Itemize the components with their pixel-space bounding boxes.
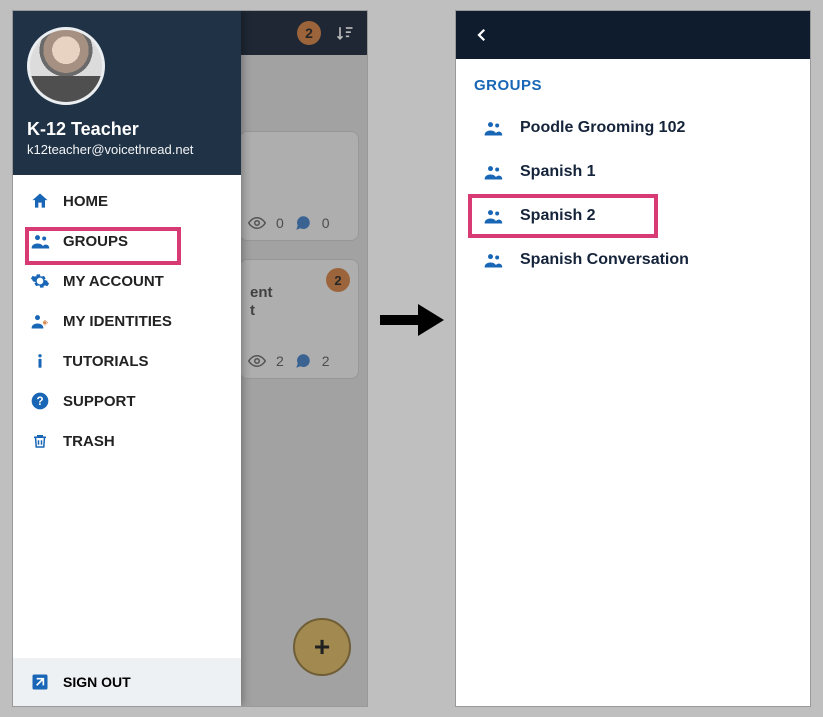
chevron-left-icon (473, 26, 491, 44)
groups-icon (480, 250, 506, 270)
right-screen: GROUPS Poodle Grooming 102 Spanish 1 Spa… (455, 10, 811, 707)
nav-label: HOME (63, 193, 108, 210)
drawer-header: K-12 Teacher k12teacher@voicethread.net (13, 11, 241, 175)
groups-icon (480, 206, 506, 226)
nav-label: MY ACCOUNT (63, 273, 164, 290)
add-button[interactable]: + (293, 618, 351, 676)
eye-icon (248, 214, 266, 232)
nav-label: MY IDENTITIES (63, 313, 172, 330)
groups-panel: GROUPS Poodle Grooming 102 Spanish 1 Spa… (456, 59, 810, 300)
drawer-menu: HOME GROUPS MY ACCOUNT (13, 175, 241, 658)
comments-count: 2 (322, 353, 330, 369)
home-icon (29, 191, 51, 211)
nav-item-trash[interactable]: TRASH (17, 421, 237, 461)
nav-item-my-account[interactable]: MY ACCOUNT (17, 261, 237, 301)
eye-icon (248, 352, 266, 370)
nav-item-tutorials[interactable]: TUTORIALS (17, 341, 237, 381)
sort-icon[interactable] (335, 23, 355, 43)
gear-icon (29, 271, 51, 291)
group-label: Poodle Grooming 102 (520, 119, 685, 137)
nav-label: GROUPS (63, 233, 128, 250)
views-count: 2 (276, 353, 284, 369)
comment-icon (294, 352, 312, 370)
group-item-poodle[interactable]: Poodle Grooming 102 (470, 106, 796, 150)
nav-drawer: K-12 Teacher k12teacher@voicethread.net … (13, 11, 241, 706)
group-label: Spanish 1 (520, 163, 596, 181)
group-item-spanish1[interactable]: Spanish 1 (470, 150, 796, 194)
nav-label: TRASH (63, 433, 115, 450)
user-name: K-12 Teacher (27, 119, 227, 140)
nav-item-support[interactable]: ? SUPPORT (17, 381, 237, 421)
groups-icon (480, 162, 506, 182)
info-icon (29, 351, 51, 371)
trash-icon (29, 431, 51, 451)
back-button[interactable] (462, 15, 502, 55)
group-item-spanish2[interactable]: Spanish 2 (470, 194, 796, 238)
nav-label: TUTORIALS (63, 353, 149, 370)
nav-item-groups[interactable]: GROUPS (17, 221, 237, 261)
plus-icon: + (314, 631, 330, 663)
svg-text:?: ? (36, 395, 43, 408)
left-screen: 2 0 0 2 ent (12, 10, 368, 707)
content-card[interactable]: 0 0 (239, 131, 359, 241)
comment-icon (294, 214, 312, 232)
card-stats: 0 0 (248, 214, 330, 232)
group-label: Spanish 2 (520, 207, 596, 225)
nav-label: SUPPORT (63, 393, 136, 410)
card-badge: 2 (326, 268, 350, 292)
content-card[interactable]: 2 ent t 2 2 (239, 259, 359, 379)
nav-item-home[interactable]: HOME (17, 181, 237, 221)
page-title: GROUPS (470, 77, 796, 94)
help-icon: ? (29, 391, 51, 411)
sign-out-label: SIGN OUT (63, 674, 131, 690)
sign-out-icon (29, 672, 51, 692)
user-email: k12teacher@voicethread.net (27, 142, 227, 157)
sign-out-button[interactable]: SIGN OUT (13, 658, 241, 706)
avatar[interactable] (27, 27, 105, 105)
notification-badge[interactable]: 2 (297, 21, 321, 45)
groups-icon (480, 118, 506, 138)
card-stats: 2 2 (248, 352, 330, 370)
group-label: Spanish Conversation (520, 251, 689, 269)
groups-icon (29, 231, 51, 251)
app-header (456, 11, 810, 59)
nav-item-my-identities[interactable]: MY IDENTITIES (17, 301, 237, 341)
arrow-icon (380, 304, 444, 336)
user-gear-icon (29, 311, 51, 331)
group-item-spanish-conversation[interactable]: Spanish Conversation (470, 238, 796, 282)
comments-count: 0 (322, 215, 330, 231)
views-count: 0 (276, 215, 284, 231)
